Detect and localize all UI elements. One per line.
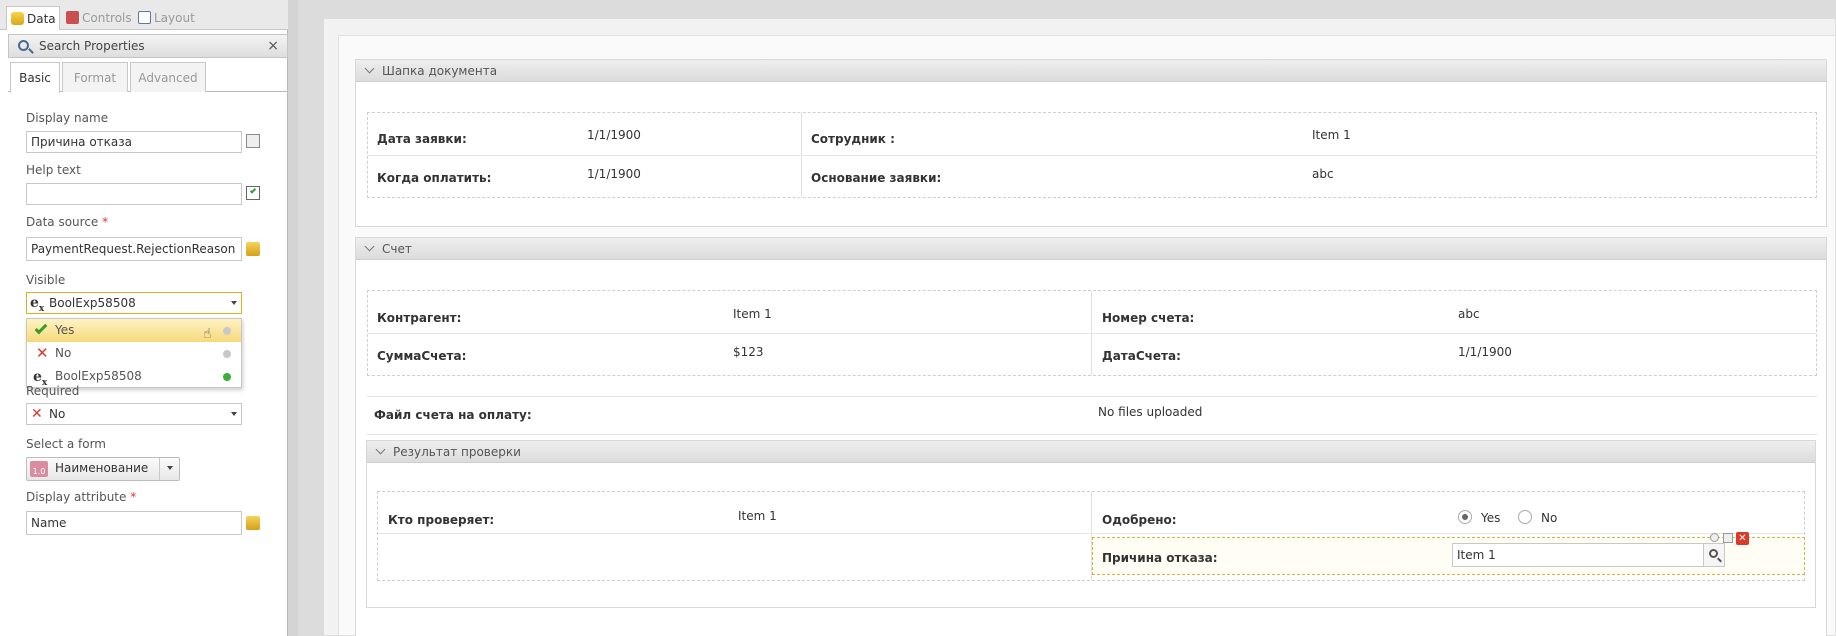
- header-section: Шапка документа Дата заявки: 1/1/1900 Со…: [355, 59, 1827, 227]
- field-value: abc: [1458, 307, 1480, 321]
- display-attribute-input[interactable]: Name: [26, 511, 242, 535]
- chevron-down-icon: [375, 444, 386, 455]
- field-value: 1/1/1900: [1458, 345, 1512, 359]
- dropdown-option-yes[interactable]: Yes ☝: [27, 319, 241, 342]
- field-label: СуммаСчета:: [377, 349, 467, 363]
- help-text-label: Help text: [26, 163, 81, 177]
- panel-top-tabs: Data Controls Layout: [0, 0, 288, 30]
- select-form-label: Select a form: [26, 437, 106, 451]
- help-text-input[interactable]: [26, 183, 242, 205]
- chevron-down-icon: [364, 241, 375, 252]
- radio-label: No: [1541, 511, 1558, 525]
- database-icon: [11, 12, 24, 25]
- tab-format[interactable]: Format: [62, 62, 128, 92]
- cross-icon: ✕: [31, 406, 43, 422]
- settings-icon[interactable]: [1710, 533, 1719, 542]
- attribute-picker-icon[interactable]: [246, 516, 260, 530]
- field-value: Item 1: [738, 509, 777, 523]
- chevron-down-icon: [231, 412, 237, 416]
- tab-controls[interactable]: Controls: [62, 6, 132, 30]
- search-properties-bar[interactable]: Search Properties ×: [8, 34, 288, 58]
- field-value: 1/1/1900: [587, 128, 641, 142]
- field-label: Основание заявки:: [811, 171, 942, 185]
- field-value: 1/1/1900: [587, 167, 641, 181]
- required-mark: *: [130, 490, 137, 504]
- cross-icon: ✕: [36, 344, 49, 362]
- field-value: abc: [1312, 167, 1334, 181]
- field-label: Сотрудник :: [811, 132, 895, 146]
- properties-panel: Data Controls Layout Search Properties ×…: [0, 0, 288, 636]
- approved-no-radio[interactable]: [1518, 510, 1532, 524]
- tab-advanced[interactable]: Advanced: [130, 62, 206, 92]
- rejection-reason-input[interactable]: Item 1: [1452, 543, 1724, 567]
- field-label: Дата заявки:: [377, 132, 467, 146]
- tab-basic[interactable]: Basic: [10, 62, 60, 93]
- check-icon: [34, 321, 48, 335]
- form-icon: 1.0: [30, 461, 48, 477]
- display-name-input[interactable]: Причина отказа: [26, 131, 242, 153]
- select-form-button[interactable]: 1.0 Наименование: [26, 457, 180, 481]
- tab-data[interactable]: Data: [6, 6, 60, 30]
- property-subtabs: Basic Format Advanced: [8, 62, 288, 93]
- chevron-down-icon: [167, 466, 173, 470]
- section-header[interactable]: Шапка документа: [356, 60, 1826, 82]
- chevron-down-icon: [231, 301, 237, 305]
- close-icon[interactable]: ×: [267, 35, 279, 57]
- field-label: Кто проверяет:: [388, 513, 495, 527]
- section-header[interactable]: Результат проверки: [367, 441, 1815, 463]
- data-source-input[interactable]: PaymentRequest.RejectionReason: [26, 237, 242, 261]
- search-label: Search Properties: [39, 39, 145, 53]
- data-source-label: Data source *: [26, 215, 109, 229]
- visible-select[interactable]: ex BoolExp58508: [26, 292, 242, 314]
- field-label: Контрагент:: [377, 311, 462, 325]
- checklist-icon[interactable]: [246, 186, 260, 200]
- field-label: Номер счета:: [1102, 311, 1195, 325]
- visible-label: Visible: [26, 273, 66, 287]
- status-dot-icon: [223, 350, 231, 358]
- field-value: Item 1: [1312, 128, 1351, 142]
- dropdown-option-no[interactable]: ✕ No: [27, 342, 241, 365]
- copy-icon[interactable]: [1723, 533, 1733, 543]
- required-mark: *: [102, 215, 109, 229]
- approved-yes-radio[interactable]: [1458, 510, 1472, 524]
- required-select[interactable]: ✕ No: [26, 403, 242, 425]
- copy-icon[interactable]: [246, 134, 260, 148]
- lookup-button[interactable]: [1703, 543, 1725, 567]
- toolbox-icon: [66, 11, 79, 24]
- chevron-down-icon: [364, 63, 375, 74]
- check-result-section: Результат проверки Кто проверяет: Item 1…: [366, 440, 1816, 608]
- delete-icon[interactable]: ✕: [1736, 532, 1749, 545]
- display-attribute-label: Display attribute *: [26, 490, 137, 504]
- expression-icon: ex: [30, 295, 45, 314]
- file-label: Файл счета на оплату:: [374, 408, 532, 422]
- field-label: Когда оплатить:: [377, 171, 492, 185]
- layout-icon: [138, 11, 151, 24]
- search-icon: [1709, 549, 1718, 558]
- field-label: Причина отказа:: [1102, 551, 1218, 565]
- field-label: ДатаСчета:: [1102, 349, 1181, 363]
- field-label: Одобрено:: [1102, 513, 1177, 527]
- display-name-label: Display name: [26, 111, 109, 125]
- field-value: $123: [733, 345, 764, 359]
- field-value: Item 1: [733, 307, 772, 321]
- status-dot-icon: [223, 327, 231, 335]
- radio-label: Yes: [1481, 511, 1501, 525]
- section-header[interactable]: Счет: [356, 238, 1826, 260]
- file-value: No files uploaded: [1098, 405, 1203, 419]
- data-source-picker-icon[interactable]: [246, 242, 260, 256]
- required-label: Required: [26, 384, 80, 398]
- status-dot-icon: [223, 373, 231, 381]
- tab-layout[interactable]: Layout: [134, 6, 196, 30]
- visible-dropdown-menu: Yes ☝ ✕ No ex BoolExp58508: [26, 318, 242, 388]
